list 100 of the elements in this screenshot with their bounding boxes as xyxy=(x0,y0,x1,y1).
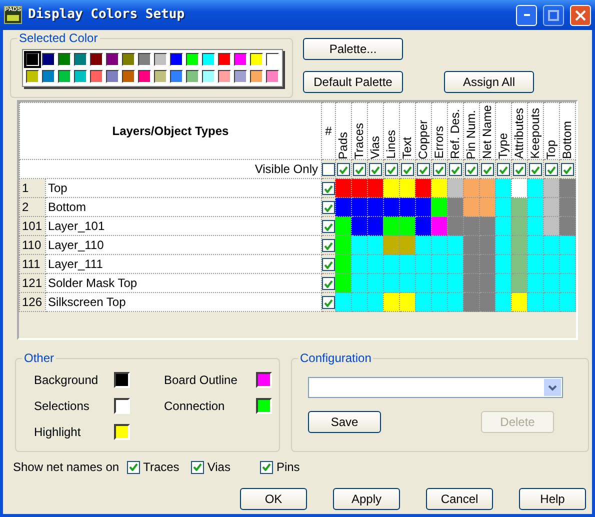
dialog-button[interactable]: Apply xyxy=(333,488,400,510)
color-cell[interactable] xyxy=(447,292,464,312)
checkbox[interactable] xyxy=(432,163,446,176)
color-cell[interactable] xyxy=(463,236,480,255)
color-swatch[interactable] xyxy=(26,53,39,66)
color-swatch[interactable] xyxy=(218,70,231,83)
color-cell[interactable] xyxy=(367,292,384,312)
checkbox[interactable] xyxy=(480,163,494,176)
checkbox[interactable] xyxy=(416,163,430,176)
color-cell[interactable] xyxy=(447,178,464,198)
dialog-button[interactable]: OK xyxy=(240,488,307,510)
color-swatch[interactable] xyxy=(186,70,199,83)
color-cell[interactable] xyxy=(399,274,416,293)
color-cell[interactable] xyxy=(383,254,400,274)
color-cell[interactable] xyxy=(367,198,384,217)
color-swatch[interactable] xyxy=(154,53,167,66)
color-cell[interactable] xyxy=(383,274,400,293)
color-cell[interactable] xyxy=(511,198,528,217)
layer-name[interactable]: Layer_110 xyxy=(48,238,104,252)
color-cell[interactable] xyxy=(463,254,480,274)
color-swatch[interactable] xyxy=(138,70,151,83)
minimize-button[interactable] xyxy=(516,4,537,26)
color-cell[interactable] xyxy=(367,274,384,293)
color-cell[interactable] xyxy=(527,274,544,293)
palette-button[interactable]: Palette... xyxy=(303,38,403,60)
color-cell[interactable] xyxy=(511,292,528,312)
color-cell[interactable] xyxy=(495,292,512,312)
color-swatch[interactable] xyxy=(26,70,39,83)
color-cell[interactable] xyxy=(351,216,368,236)
color-cell[interactable] xyxy=(527,254,544,274)
color-cell[interactable] xyxy=(383,292,400,312)
color-cell[interactable] xyxy=(431,216,448,236)
checkbox[interactable] xyxy=(336,163,350,176)
color-cell[interactable] xyxy=(447,254,464,274)
color-swatch[interactable] xyxy=(114,398,130,414)
color-swatch[interactable] xyxy=(42,70,55,83)
color-cell[interactable] xyxy=(383,198,400,217)
color-cell[interactable] xyxy=(351,198,368,217)
color-cell[interactable] xyxy=(559,254,576,274)
color-cell[interactable] xyxy=(479,254,496,274)
color-cell[interactable] xyxy=(543,236,560,255)
color-cell[interactable] xyxy=(511,274,528,293)
color-cell[interactable] xyxy=(527,292,544,312)
checkbox[interactable] xyxy=(322,239,335,252)
color-cell[interactable] xyxy=(399,254,416,274)
color-swatch[interactable] xyxy=(266,53,279,66)
color-cell[interactable] xyxy=(511,178,528,198)
color-swatch[interactable] xyxy=(250,70,263,83)
color-swatch[interactable] xyxy=(234,53,247,66)
color-cell[interactable] xyxy=(495,198,512,217)
color-cell[interactable] xyxy=(431,198,448,217)
color-cell[interactable] xyxy=(447,216,464,236)
color-cell[interactable] xyxy=(479,178,496,198)
color-cell[interactable] xyxy=(351,292,368,312)
color-cell[interactable] xyxy=(431,178,448,198)
color-cell[interactable] xyxy=(495,178,512,198)
color-cell[interactable] xyxy=(543,274,560,293)
color-cell[interactable] xyxy=(415,216,432,236)
color-cell[interactable] xyxy=(399,292,416,312)
color-cell[interactable] xyxy=(383,216,400,236)
color-cell[interactable] xyxy=(479,292,496,312)
checkbox[interactable] xyxy=(352,163,366,176)
color-cell[interactable] xyxy=(335,274,352,293)
color-swatch[interactable] xyxy=(202,70,215,83)
palette-button[interactable]: Default Palette xyxy=(303,71,403,93)
checkbox[interactable] xyxy=(322,277,335,290)
color-cell[interactable] xyxy=(415,236,432,255)
color-swatch[interactable] xyxy=(170,53,183,66)
color-cell[interactable] xyxy=(399,178,416,198)
checkbox[interactable] xyxy=(384,163,398,176)
color-swatch[interactable] xyxy=(122,70,135,83)
color-swatch[interactable] xyxy=(234,70,247,83)
close-icon[interactable] xyxy=(575,10,586,20)
color-cell[interactable] xyxy=(399,216,416,236)
color-cell[interactable] xyxy=(479,236,496,255)
color-cell[interactable] xyxy=(511,254,528,274)
color-cell[interactable] xyxy=(447,198,464,217)
color-cell[interactable] xyxy=(559,178,576,198)
checkbox[interactable] xyxy=(544,163,558,176)
color-cell[interactable] xyxy=(543,216,560,236)
color-cell[interactable] xyxy=(351,254,368,274)
color-cell[interactable] xyxy=(335,198,352,217)
color-cell[interactable] xyxy=(447,236,464,255)
color-cell[interactable] xyxy=(415,292,432,312)
color-cell[interactable] xyxy=(351,274,368,293)
color-cell[interactable] xyxy=(415,274,432,293)
color-swatch[interactable] xyxy=(256,398,272,414)
checkbox[interactable] xyxy=(464,163,478,176)
color-cell[interactable] xyxy=(559,236,576,255)
color-swatch[interactable] xyxy=(186,53,199,66)
color-cell[interactable] xyxy=(367,216,384,236)
minimize-icon[interactable] xyxy=(524,14,530,16)
color-cell[interactable] xyxy=(463,292,480,312)
layer-name[interactable]: Bottom xyxy=(48,200,86,214)
color-cell[interactable] xyxy=(431,254,448,274)
checkbox[interactable] xyxy=(322,201,335,214)
maximize-icon[interactable] xyxy=(548,10,559,20)
checkbox[interactable] xyxy=(448,163,462,176)
checkbox[interactable] xyxy=(512,163,526,176)
close-button[interactable] xyxy=(570,4,591,26)
